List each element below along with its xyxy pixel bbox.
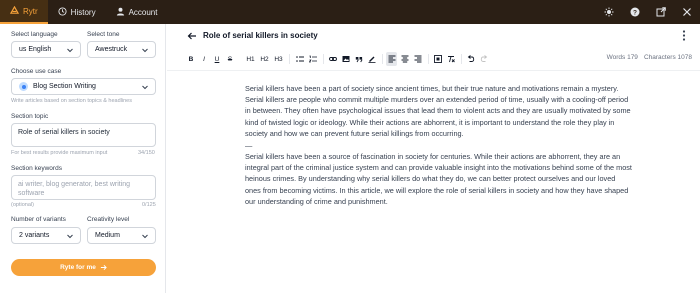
align-left-icon[interactable] — [386, 52, 397, 66]
external-link-icon[interactable] — [648, 0, 674, 24]
tone-value: Awestruck — [95, 46, 128, 53]
section-keywords-input[interactable]: ai writer, blog generator, best writing … — [11, 175, 156, 200]
undo-icon[interactable] — [466, 52, 476, 66]
quote-icon[interactable] — [354, 52, 364, 66]
chevron-down-icon — [142, 234, 148, 239]
tab-history[interactable]: History — [48, 0, 106, 24]
creativity-select[interactable]: Medium — [87, 227, 156, 244]
link-icon[interactable] — [328, 52, 338, 66]
creativity-value: Medium — [95, 232, 120, 239]
underline-button[interactable]: U — [213, 52, 221, 66]
toolbar-divider — [323, 54, 324, 64]
editor-panel: Role of serial killers in society B I U … — [167, 24, 700, 293]
document-body[interactable]: Serial killers have been a part of socie… — [245, 83, 633, 207]
tone-label: Select tone — [87, 31, 120, 38]
variants-select[interactable]: 2 variants — [11, 227, 81, 244]
redo-icon[interactable] — [479, 52, 489, 66]
image-icon[interactable] — [341, 52, 351, 66]
toolbar-divider-line — [167, 70, 700, 71]
toolbar-divider — [428, 54, 429, 64]
align-center-icon[interactable] — [400, 52, 410, 66]
document-title: Role of serial killers in society — [203, 31, 318, 40]
tab-history-label: History — [70, 7, 96, 17]
section-keywords-hint: (optional) — [11, 202, 34, 208]
use-case-select[interactable]: Blog Section Writing — [11, 78, 156, 95]
tone-select[interactable]: Awestruck — [87, 41, 156, 58]
toolbar-divider — [382, 54, 383, 64]
language-label: Select language — [11, 31, 58, 38]
h2-button[interactable]: H2 — [259, 52, 270, 66]
language-select[interactable]: us English — [11, 41, 81, 58]
use-case-value: Blog Section Writing — [33, 83, 96, 90]
svg-text:?: ? — [633, 9, 637, 16]
section-keywords-count: 0/125 — [142, 202, 156, 208]
section-keywords-label: Section keywords — [11, 165, 62, 172]
tab-account-label: Account — [128, 7, 158, 17]
h1-button[interactable]: H1 — [245, 52, 256, 66]
sun-icon[interactable] — [596, 0, 622, 24]
section-topic-count: 34/150 — [138, 150, 155, 156]
tab-rytr[interactable]: Rytr — [0, 0, 48, 24]
h3-button[interactable]: H3 — [273, 52, 284, 66]
word-count: Words 179 — [606, 54, 638, 61]
help-icon[interactable]: ? — [622, 0, 648, 24]
bullet-list-icon[interactable] — [295, 52, 305, 66]
rytr-logo-icon — [9, 5, 20, 17]
close-icon[interactable] — [674, 0, 700, 24]
history-icon — [58, 6, 67, 18]
top-bar: Rytr History Account ? — [0, 0, 700, 24]
section-topic-hint: For best results provide maximum input — [11, 150, 108, 156]
ryte-for-me-button[interactable]: Ryte for me — [11, 259, 156, 276]
character-count: Characters 1078 — [643, 54, 692, 61]
paragraph: Serial killers have been a part of socie… — [245, 84, 631, 138]
tab-rytr-label: Rytr — [23, 6, 38, 16]
user-icon — [116, 7, 125, 18]
align-right-icon[interactable] — [413, 52, 423, 66]
strikethrough-button[interactable]: S — [226, 52, 234, 66]
use-case-label: Choose use case — [11, 68, 62, 75]
document-stats: Words 179 Characters 1078 — [607, 54, 692, 61]
chevron-down-icon — [67, 48, 73, 53]
arrow-right-icon — [100, 264, 107, 271]
creativity-label: Creativity level — [87, 216, 130, 223]
more-options-icon[interactable] — [682, 30, 686, 41]
section-topic-input[interactable]: Role of serial killers in society — [11, 123, 156, 147]
italic-button[interactable]: I — [200, 52, 208, 66]
chevron-down-icon — [67, 234, 73, 239]
toolbar-divider — [289, 54, 290, 64]
chevron-down-icon — [142, 85, 148, 90]
language-value: us English — [19, 46, 52, 53]
use-case-hint: Write articles based on section topics &… — [11, 98, 132, 104]
variants-label: Number of variants — [11, 216, 66, 223]
sidebar: Select language us English Select tone A… — [0, 24, 166, 293]
ryte-button-label: Ryte for me — [60, 264, 96, 271]
clear-format-icon[interactable] — [446, 52, 456, 66]
numbered-list-icon[interactable] — [308, 52, 318, 66]
chevron-down-icon — [142, 48, 148, 53]
blog-section-icon — [19, 82, 28, 91]
paragraph: Serial killers have been a source of fas… — [245, 152, 632, 206]
embed-icon[interactable] — [433, 52, 443, 66]
back-arrow-icon[interactable] — [187, 31, 197, 41]
section-separator: — — [245, 141, 253, 151]
highlight-icon[interactable] — [367, 52, 377, 66]
section-topic-label: Section topic — [11, 113, 49, 120]
tab-account[interactable]: Account — [106, 0, 168, 24]
bold-button[interactable]: B — [187, 52, 195, 66]
variants-value: 2 variants — [19, 232, 50, 239]
toolbar-divider — [461, 54, 462, 64]
